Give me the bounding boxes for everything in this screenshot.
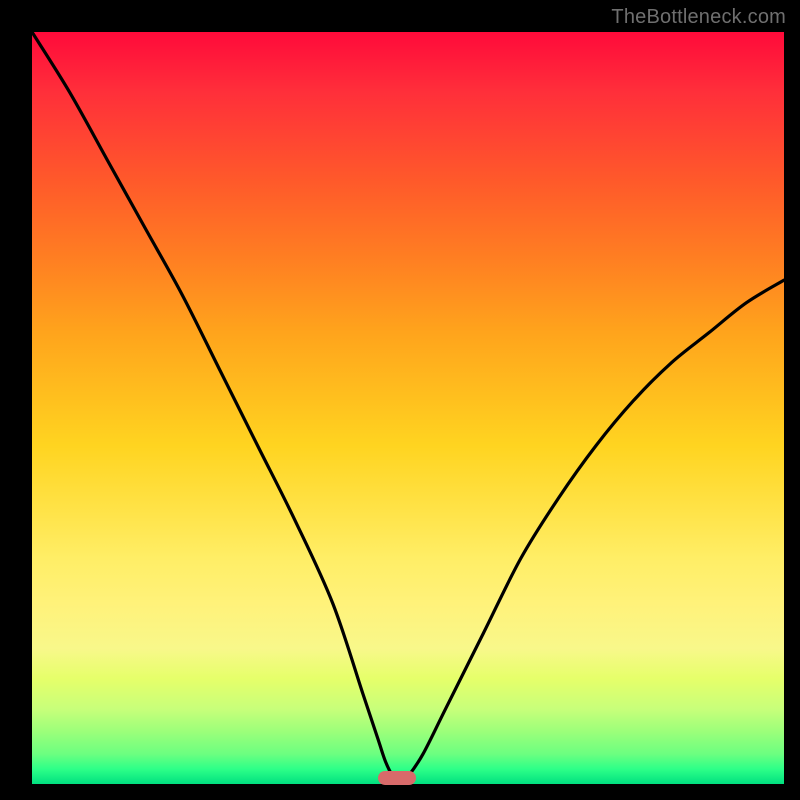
chart-frame: TheBottleneck.com	[0, 0, 800, 800]
watermark-text: TheBottleneck.com	[611, 6, 786, 29]
bottleneck-curve	[32, 32, 784, 784]
plot-area	[32, 32, 784, 784]
balance-marker	[378, 771, 416, 785]
